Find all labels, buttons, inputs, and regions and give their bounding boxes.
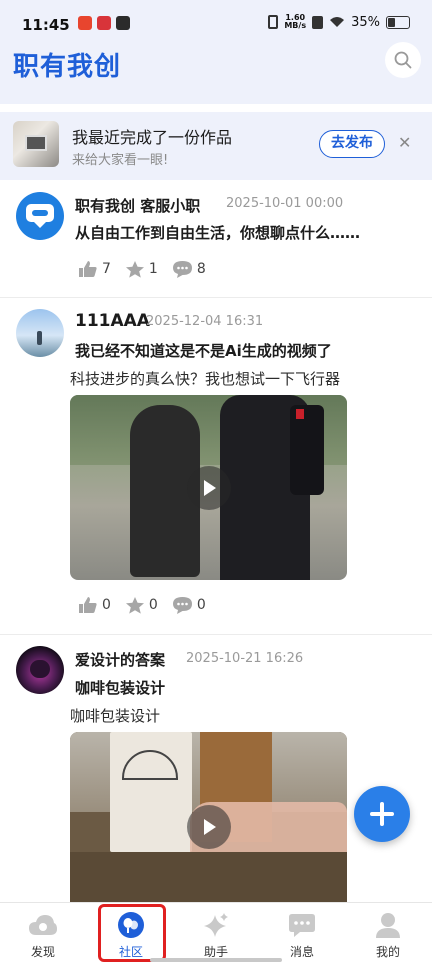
comment-button[interactable]: 8 [172,260,206,279]
tab-messages[interactable]: 消息 [272,911,332,960]
play-button[interactable] [186,465,231,510]
promo-thumbnail [13,121,59,167]
post-video[interactable] [70,732,347,902]
comment-count: 8 [196,261,206,277]
create-post-button[interactable] [354,786,410,842]
play-icon [203,479,216,496]
favorite-count: 1 [148,261,158,277]
wifi-icon [330,17,345,27]
message-icon [289,914,315,937]
play-button[interactable] [186,805,231,849]
post-title[interactable]: 我已经不知道这是不是Ai生成的视频了 [75,340,332,361]
battery-level [388,17,395,27]
search-icon [394,51,412,69]
notification-app-icon [78,16,92,30]
notification-app-icon [116,16,130,30]
battery-icon [386,15,410,29]
like-button[interactable]: 7 [78,260,111,278]
close-icon[interactable]: ✕ [398,134,411,152]
post-body: 科技进步的真么快？我也想试一下飞行器 [70,370,341,388]
post-card[interactable]: 爱设计的答案 2025-10-21 16:26 咖啡包装设计 咖啡包装设计 [0,635,432,902]
status-right: 1.60 MB/s 35% [268,14,410,30]
play-icon [203,819,216,835]
like-button[interactable]: 0 [78,596,111,614]
post-title[interactable]: 从自由工作到自由生活，你想聊点什么…… [75,222,360,243]
tab-label: 助手 [203,945,228,959]
post-time: 2025-10-01 00:00 [226,196,344,211]
plus-icon [370,802,394,826]
post-author[interactable]: 爱设计的答案 [75,649,165,670]
comment-count: 0 [196,597,206,613]
status-bar: 11:45 1.60 MB/s 35% [0,0,432,42]
cloud-icon [29,915,57,935]
thumbs-up-icon [79,261,97,277]
like-count: 7 [102,261,111,277]
promo-title: 我最近完成了一份作品 [72,128,233,147]
person-icon [376,913,400,938]
avatar[interactable] [16,309,64,357]
post-stats: 0 0 0 [78,594,220,616]
status-notification-icons [78,16,130,30]
star-icon [125,596,144,614]
tab-label: 发现 [30,945,55,959]
favorite-count: 0 [148,597,158,613]
status-time: 11:45 [22,16,70,34]
avatar[interactable] [16,646,64,694]
notification-app-icon [97,16,111,30]
tab-discover[interactable]: 发现 [13,911,73,960]
sparkle-icon [204,913,228,937]
tab-profile[interactable]: 我的 [358,911,418,960]
post-author[interactable]: 111AAA [75,311,150,331]
search-button[interactable] [385,42,421,78]
tab-assistant[interactable]: 助手 [186,911,246,960]
favorite-button[interactable]: 1 [125,260,158,279]
star-icon [125,260,144,278]
tab-label: 消息 [289,945,314,959]
header: 职有我创 [0,42,432,104]
post-time: 2025-12-04 16:31 [146,314,264,329]
active-tab-highlight [98,904,166,962]
network-speed: 1.60 MB/s [284,13,307,30]
publish-button[interactable]: 去发布 [319,130,385,158]
home-indicator[interactable] [150,958,282,962]
comment-icon [172,260,192,278]
post-time: 2025-10-21 16:26 [186,651,304,666]
sim-icon [312,15,324,29]
page-title: 职有我创 [13,52,122,82]
comment-icon [172,596,192,614]
like-count: 0 [102,597,111,613]
post-card[interactable]: 111AAA 2025-12-04 16:31 我已经不知道这是不是Ai生成的视… [0,298,432,634]
publish-promo-banner: 我最近完成了一份作品 来给大家看一眼! 去发布 ✕ [0,112,432,180]
comment-button[interactable]: 0 [172,596,206,615]
vibrate-icon [268,15,279,29]
battery-percent: 35% [351,14,380,30]
post-body: 咖啡包装设计 [70,707,161,725]
post-stats: 7 1 8 [78,258,220,280]
post-card[interactable]: 职有我创 客服小职 2025-10-01 00:00 从自由工作到自由生活，你想… [0,180,432,298]
promo-subtitle: 来给大家看一眼! [72,153,169,168]
bottom-tab-bar: 发现 社区 助手 消息 我的 [0,902,432,964]
robot-icon [26,204,54,228]
post-title[interactable]: 咖啡包装设计 [75,677,165,698]
post-video[interactable] [70,395,347,580]
avatar[interactable] [16,192,64,240]
favorite-button[interactable]: 0 [125,596,158,615]
thumbs-up-icon [79,597,97,613]
tab-label: 我的 [375,945,400,959]
post-author[interactable]: 职有我创 客服小职 [75,195,200,216]
